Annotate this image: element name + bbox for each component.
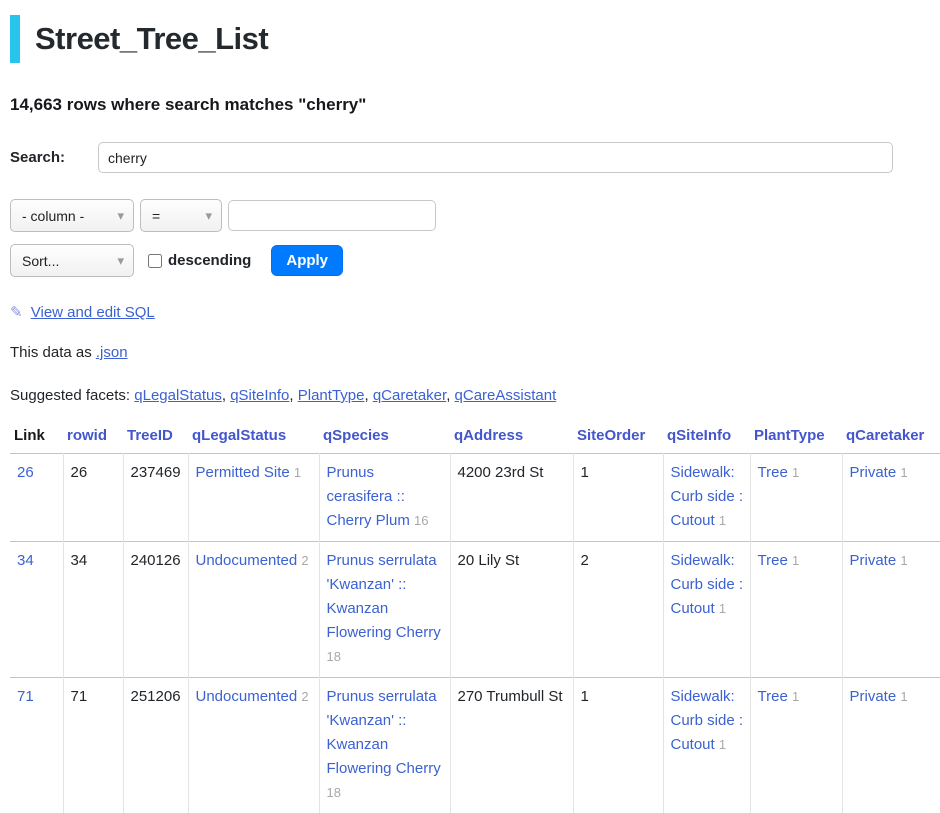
- facet-count: 1: [294, 465, 301, 480]
- plant-type-link[interactable]: Tree: [758, 688, 788, 705]
- column-select[interactable]: - column - ▾: [10, 199, 134, 232]
- facet-separator: ,: [446, 387, 450, 404]
- cell-address: 270 Trumbull St: [450, 678, 573, 813]
- facet-link-planttype[interactable]: PlantType: [298, 387, 365, 404]
- row-link[interactable]: 34: [17, 552, 34, 569]
- facet-count: 1: [719, 513, 726, 528]
- facet-link-qcareassistant[interactable]: qCareAssistant: [455, 387, 557, 404]
- operator-select[interactable]: = ▾: [140, 199, 222, 232]
- facet-count: 2: [301, 553, 308, 568]
- facet-count: 1: [719, 601, 726, 616]
- site-info-link[interactable]: Sidewalk: Curb side : Cutout: [671, 464, 744, 529]
- operator-select-value: =: [152, 208, 160, 224]
- species-link[interactable]: Prunus cerasifera :: Cherry Plum: [327, 464, 410, 529]
- page-title: Street_Tree_List: [35, 15, 268, 63]
- facet-separator: ,: [222, 387, 226, 404]
- facet-count: 18: [327, 785, 341, 800]
- caretaker-link[interactable]: Private: [850, 464, 897, 481]
- cell-rowid: 34: [63, 542, 123, 678]
- species-link[interactable]: Prunus serrulata 'Kwanzan' :: Kwanzan Fl…: [327, 552, 441, 641]
- column-header-treeid[interactable]: TreeID: [123, 423, 188, 454]
- view-edit-sql-link[interactable]: View and edit SQL: [31, 304, 155, 321]
- cell-address: 4200 23rd St: [450, 454, 573, 542]
- facet-count: 1: [719, 737, 726, 752]
- facet-separator: ,: [364, 387, 368, 404]
- facet-count: 16: [414, 513, 428, 528]
- column-header-qaddress[interactable]: qAddress: [450, 423, 573, 454]
- legal-status-link[interactable]: Permitted Site: [196, 464, 290, 481]
- apply-button[interactable]: Apply: [271, 245, 343, 276]
- facets-prefix: Suggested facets:: [10, 387, 130, 404]
- caretaker-link[interactable]: Private: [850, 552, 897, 569]
- plant-type-link[interactable]: Tree: [758, 552, 788, 569]
- facet-count: 2: [301, 689, 308, 704]
- row-link[interactable]: 26: [17, 464, 34, 481]
- search-label: Search:: [10, 149, 98, 166]
- descending-checkbox[interactable]: [148, 254, 162, 268]
- sort-select[interactable]: Sort... ▾: [10, 244, 134, 277]
- column-header-qspecies[interactable]: qSpecies: [319, 423, 450, 454]
- data-as-text: This data as: [10, 344, 92, 361]
- site-info-link[interactable]: Sidewalk: Curb side : Cutout: [671, 688, 744, 753]
- caretaker-link[interactable]: Private: [850, 688, 897, 705]
- sql-row: ✎ View and edit SQL: [10, 303, 930, 321]
- chevron-down-icon: ▾: [117, 253, 124, 269]
- sort-select-value: Sort...: [22, 253, 59, 269]
- legal-status-link[interactable]: Undocumented: [196, 688, 298, 705]
- facets-row: Suggested facets: qLegalStatus, qSiteInf…: [10, 387, 930, 404]
- cell-siteorder: 1: [573, 454, 663, 542]
- json-link[interactable]: .json: [96, 344, 128, 361]
- cell-treeid: 240126: [123, 542, 188, 678]
- column-header-siteorder[interactable]: SiteOrder: [573, 423, 663, 454]
- filter-row: - column - ▾ = ▾: [10, 199, 930, 232]
- site-info-link[interactable]: Sidewalk: Curb side : Cutout: [671, 552, 744, 617]
- facet-count: 1: [900, 465, 907, 480]
- table-row: 71 71 251206 Undocumented 2 Prunus serru…: [10, 678, 940, 813]
- cell-rowid: 71: [63, 678, 123, 813]
- data-table: Link rowid TreeID qLegalStatus qSpecies …: [10, 423, 940, 813]
- table-row: 34 34 240126 Undocumented 2 Prunus serru…: [10, 542, 940, 678]
- cell-address: 20 Lily St: [450, 542, 573, 678]
- column-header-qcaretaker[interactable]: qCaretaker: [842, 423, 940, 454]
- search-input[interactable]: [98, 142, 893, 173]
- filter-value-input[interactable]: [228, 200, 436, 231]
- column-header-rowid[interactable]: rowid: [63, 423, 123, 454]
- row-link[interactable]: 71: [17, 688, 34, 705]
- pencil-icon: ✎: [10, 304, 23, 321]
- legal-status-link[interactable]: Undocumented: [196, 552, 298, 569]
- column-header-qsiteinfo[interactable]: qSiteInfo: [663, 423, 750, 454]
- cell-treeid: 237469: [123, 454, 188, 542]
- facet-count: 1: [900, 689, 907, 704]
- accent-bar: [10, 15, 20, 63]
- facet-count: 1: [792, 553, 799, 568]
- column-header-link: Link: [10, 423, 63, 454]
- data-export-row: This data as .json: [10, 344, 930, 361]
- facet-separator: ,: [289, 387, 293, 404]
- table-header-row: Link rowid TreeID qLegalStatus qSpecies …: [10, 423, 940, 454]
- column-header-planttype[interactable]: PlantType: [750, 423, 842, 454]
- column-header-qlegalstatus[interactable]: qLegalStatus: [188, 423, 319, 454]
- chevron-down-icon: ▾: [205, 208, 212, 224]
- cell-siteorder: 1: [573, 678, 663, 813]
- facet-link-qlegalstatus[interactable]: qLegalStatus: [134, 387, 222, 404]
- facet-count: 1: [792, 465, 799, 480]
- cell-siteorder: 2: [573, 542, 663, 678]
- sort-row: Sort... ▾ descending Apply: [10, 244, 930, 277]
- rows-summary: 14,663 rows where search matches "cherry…: [10, 95, 930, 115]
- chevron-down-icon: ▾: [117, 208, 124, 224]
- page-header: Street_Tree_List: [10, 15, 930, 63]
- facet-count: 1: [792, 689, 799, 704]
- search-form: Search:: [10, 142, 930, 173]
- facet-link-qcaretaker[interactable]: qCaretaker: [373, 387, 446, 404]
- cell-rowid: 26: [63, 454, 123, 542]
- facet-link-qsiteinfo[interactable]: qSiteInfo: [230, 387, 289, 404]
- plant-type-link[interactable]: Tree: [758, 464, 788, 481]
- descending-label: descending: [168, 252, 251, 269]
- facet-count: 1: [900, 553, 907, 568]
- table-row: 26 26 237469 Permitted Site 1 Prunus cer…: [10, 454, 940, 542]
- cell-treeid: 251206: [123, 678, 188, 813]
- facet-count: 18: [327, 649, 341, 664]
- column-select-value: - column -: [22, 208, 84, 224]
